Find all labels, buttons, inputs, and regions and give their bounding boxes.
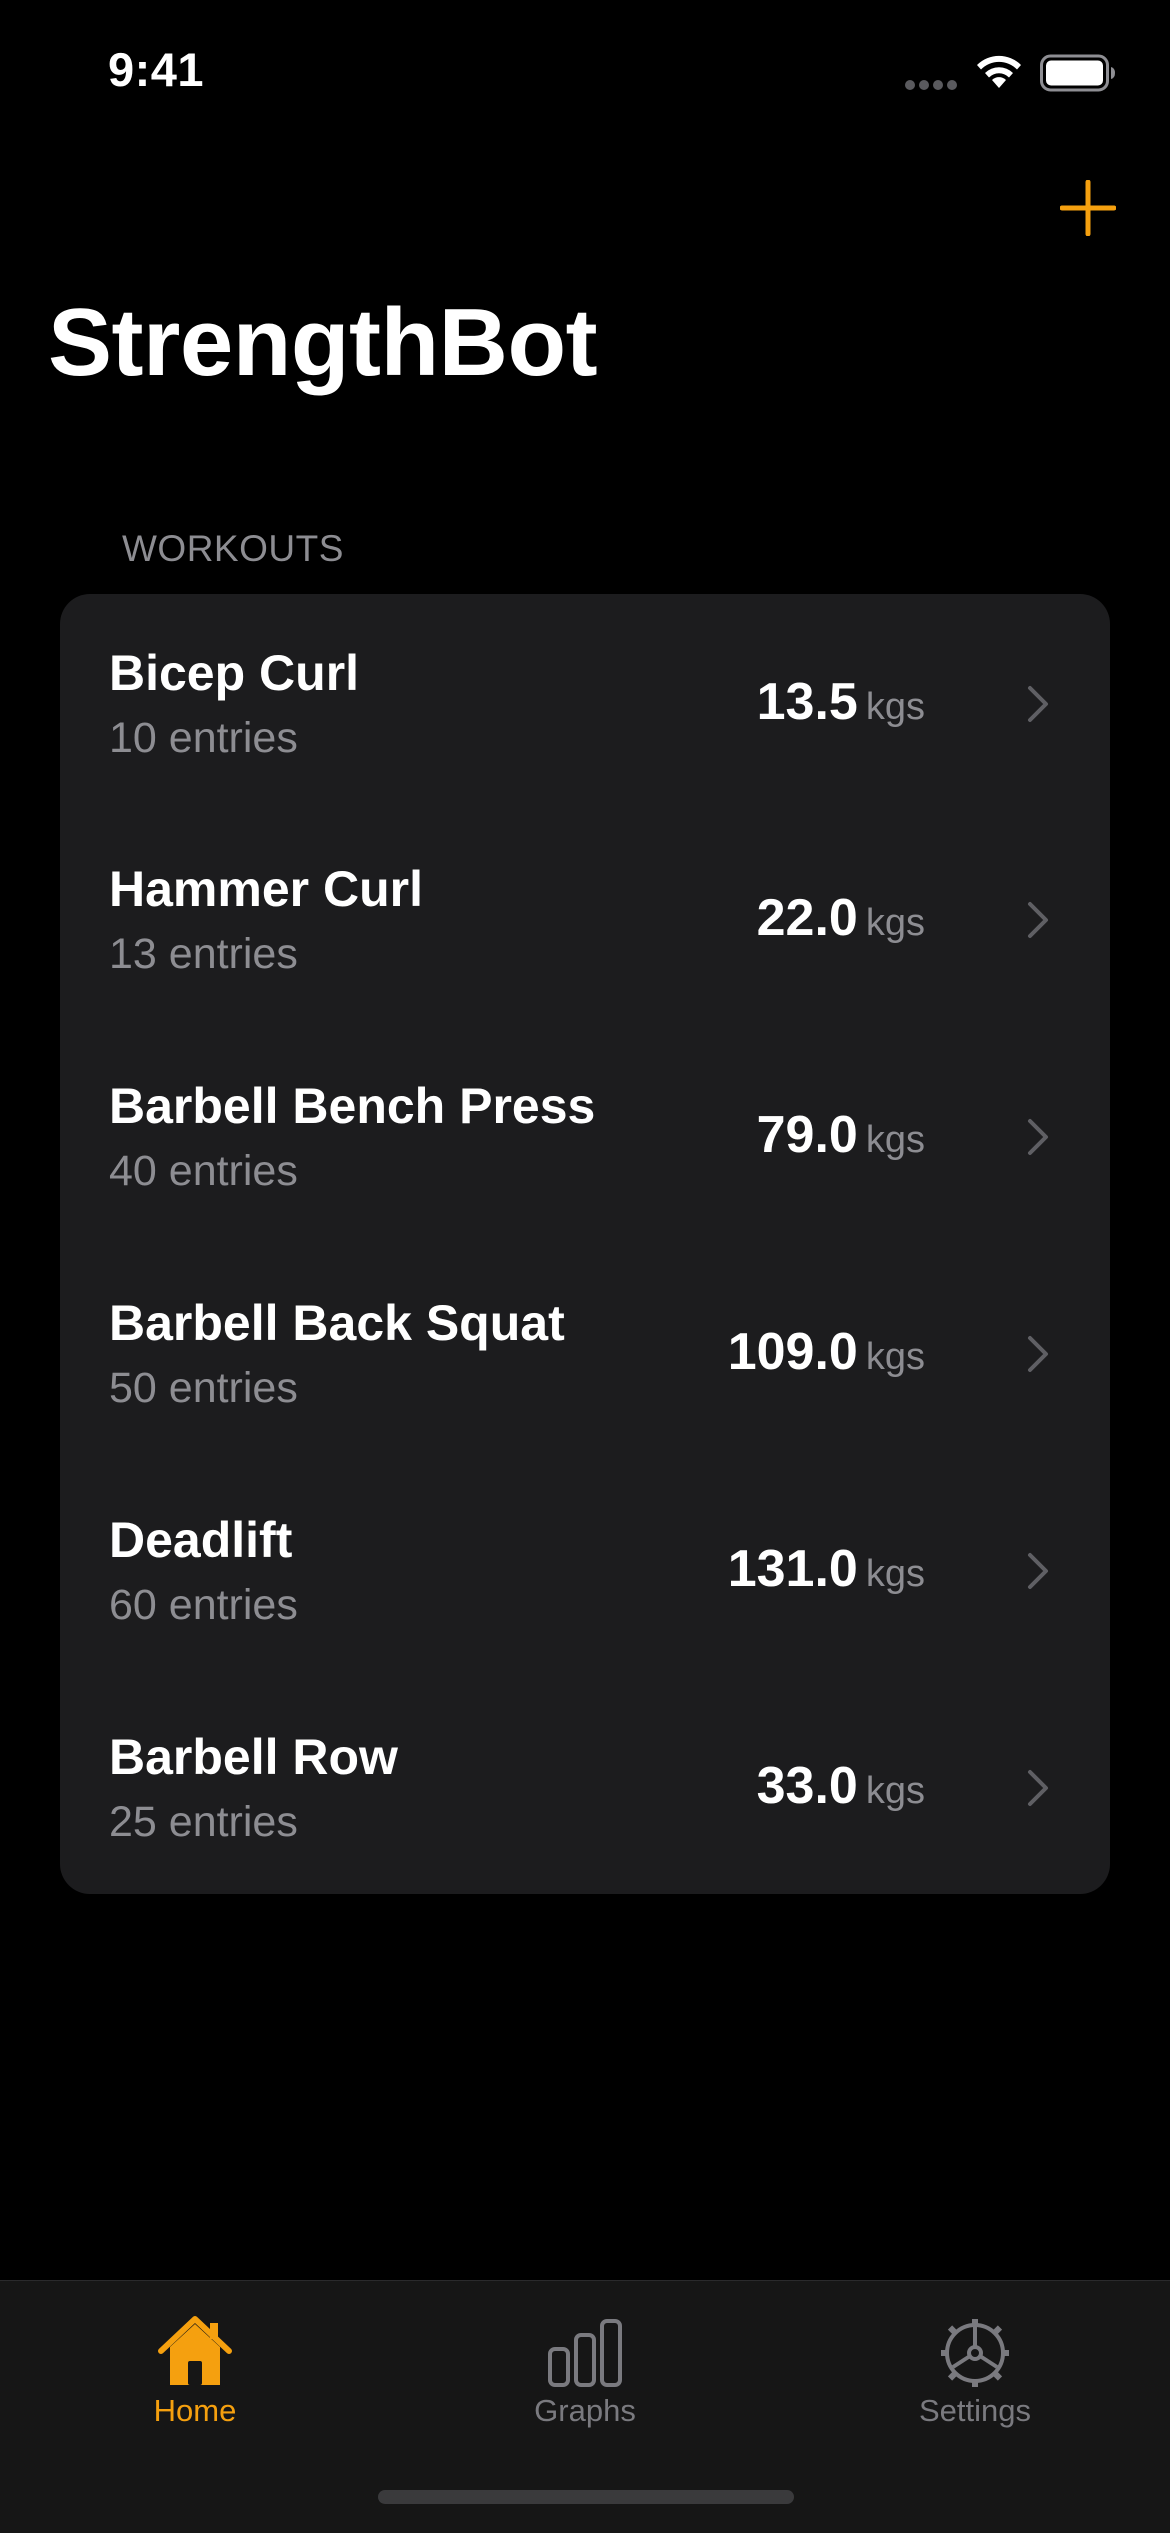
wifi-icon: [977, 55, 1021, 88]
workout-max-weight: 109.0 kgs: [728, 1322, 925, 1382]
tab-home[interactable]: Home: [0, 2281, 390, 2461]
battery-icon: [1040, 54, 1115, 92]
workout-weight-value: 22.0: [756, 889, 858, 947]
workout-name: Bicep Curl: [109, 645, 360, 701]
workout-weight-value: 79.0: [756, 1106, 858, 1164]
chevron-right-icon: [1028, 902, 1048, 938]
workout-row-barbell-row[interactable]: Barbell Row 25 entries 33.0 kgs: [60, 1678, 1110, 1894]
workout-entries: 40 entries: [109, 1147, 298, 1195]
tab-settings[interactable]: Settings: [780, 2281, 1170, 2461]
gear-icon: [941, 2319, 1009, 2387]
workout-row-deadlift[interactable]: Deadlift 60 entries 131.0 kgs: [60, 1461, 1110, 1677]
workout-entries: 10 entries: [109, 714, 298, 762]
workout-weight-unit: kgs: [865, 1770, 925, 1812]
tab-label-home: Home: [153, 2393, 237, 2428]
bar-chart-icon: [548, 2319, 622, 2387]
chevron-right-icon: [1028, 1770, 1048, 1806]
workout-max-weight: 13.5 kgs: [757, 672, 925, 732]
workout-name: Barbell Row: [109, 1729, 398, 1785]
chevron-right-icon: [1028, 1336, 1048, 1372]
workout-weight-unit: kgs: [865, 902, 925, 944]
workout-row-barbell-bench-press[interactable]: Barbell Bench Press 40 entries 79.0 kgs: [60, 1027, 1110, 1243]
workout-weight-unit: kgs: [865, 1336, 925, 1378]
workout-weight-unit: kgs: [865, 1119, 925, 1161]
workout-weight-value: 109.0: [727, 1323, 858, 1381]
add-workout-button[interactable]: [1060, 180, 1116, 236]
workout-weight-unit: kgs: [865, 1553, 925, 1595]
status-bar: 9:41: [0, 0, 1170, 150]
tab-label-settings: Settings: [918, 2393, 1031, 2428]
section-header-workouts: WORKOUTS: [122, 528, 344, 569]
tab-graphs[interactable]: Graphs: [390, 2281, 780, 2461]
workout-name: Barbell Back Squat: [109, 1295, 565, 1351]
workout-name: Deadlift: [109, 1512, 293, 1568]
workout-entries: 13 entries: [109, 930, 298, 978]
status-time: 9:41: [108, 43, 205, 96]
workout-max-weight: 22.0 kgs: [757, 888, 925, 948]
chevron-right-icon: [1028, 1553, 1048, 1589]
page-title: StrengthBot: [48, 289, 598, 396]
home-indicator: [378, 2490, 794, 2504]
workout-max-weight: 131.0 kgs: [728, 1539, 925, 1599]
workout-name: Hammer Curl: [109, 861, 423, 917]
workout-row-bicep-curl[interactable]: Bicep Curl 10 entries 13.5 kgs: [60, 594, 1110, 810]
workout-row-hammer-curl[interactable]: Hammer Curl 13 entries 22.0 kgs: [60, 810, 1110, 1026]
chevron-right-icon: [1028, 686, 1048, 722]
workout-max-weight: 79.0 kgs: [757, 1105, 925, 1165]
cellular-signal-icon: [905, 80, 961, 92]
workout-row-barbell-back-squat[interactable]: Barbell Back Squat 50 entries 109.0 kgs: [60, 1244, 1110, 1460]
workout-weight-value: 33.0: [756, 1757, 858, 1815]
chevron-right-icon: [1028, 1119, 1048, 1155]
workouts-list: Bicep Curl 10 entries 13.5 kgs Hammer Cu…: [60, 594, 1110, 1894]
workout-max-weight: 33.0 kgs: [757, 1756, 925, 1816]
workout-weight-value: 13.5: [756, 673, 858, 731]
workout-weight-unit: kgs: [865, 686, 925, 728]
workout-entries: 50 entries: [109, 1364, 298, 1412]
workout-entries: 60 entries: [109, 1581, 298, 1629]
workout-entries: 25 entries: [109, 1798, 298, 1846]
tab-label-graphs: Graphs: [534, 2393, 636, 2428]
workout-name: Barbell Bench Press: [109, 1078, 596, 1134]
house-icon: [158, 2316, 232, 2385]
workout-weight-value: 131.0: [727, 1540, 858, 1598]
